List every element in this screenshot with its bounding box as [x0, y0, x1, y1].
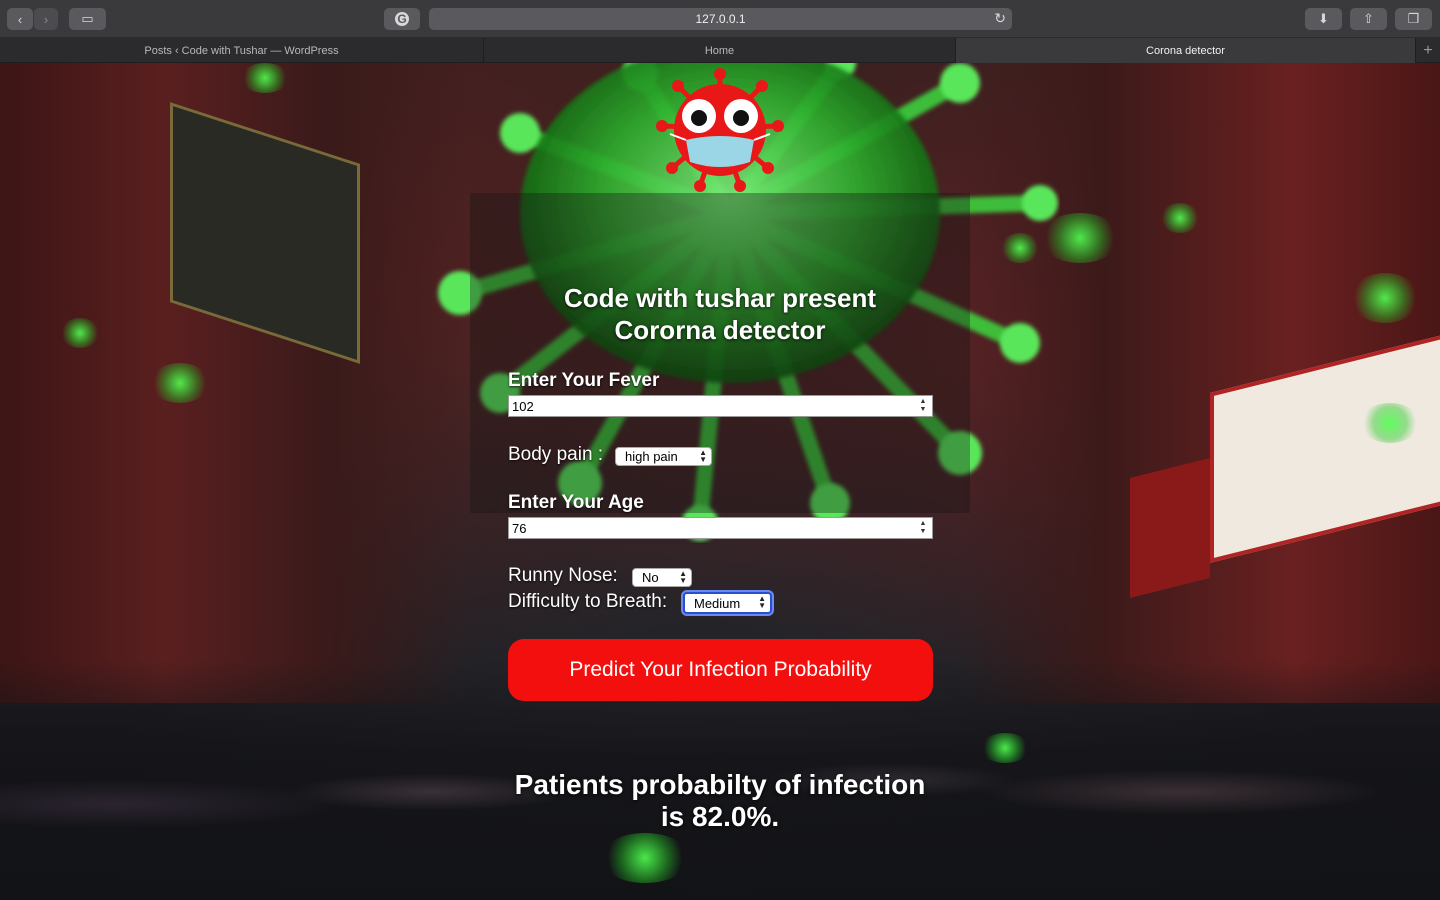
- share-icon: ⇧: [1363, 11, 1374, 26]
- title-line-1: Code with tushar present: [563, 283, 877, 313]
- runny-nose-value: No: [642, 570, 659, 585]
- breath-select[interactable]: Medium ▲ ▼: [683, 592, 772, 614]
- fever-input[interactable]: 102 ▲ ▼: [508, 395, 933, 417]
- age-value: 76: [512, 520, 527, 536]
- tab-label: Corona detector: [1146, 44, 1225, 57]
- title-line-2: Cororna detector: [614, 315, 826, 345]
- address-bar[interactable]: 127.0.0.1 ↻: [429, 8, 1012, 30]
- select-arrows-icon: ▲ ▼: [699, 448, 707, 464]
- body-pain-select[interactable]: high pain ▲ ▼: [615, 447, 712, 466]
- show-tabs-button[interactable]: ❐: [1395, 8, 1432, 30]
- forward-button[interactable]: ›: [34, 8, 58, 30]
- virus-particle: [980, 733, 1030, 763]
- plus-icon: +: [1423, 41, 1433, 59]
- select-arrows-icon: ▲ ▼: [758, 594, 766, 610]
- sidebar-button[interactable]: ▭: [69, 8, 106, 30]
- runny-nose-select[interactable]: No ▲ ▼: [632, 568, 692, 587]
- runny-nose-label: Runny Nose:: [508, 565, 618, 586]
- age-label: Enter Your Age: [508, 492, 644, 513]
- fever-label: Enter Your Fever: [508, 370, 660, 391]
- result-line-1: Patients probabilty of infection: [514, 769, 926, 800]
- sidebar-icon: ▭: [81, 11, 94, 26]
- virus-particle: [1360, 403, 1420, 443]
- page-title: Code with tushar present Cororna detecto…: [470, 282, 970, 346]
- tab-label: Home: [704, 44, 735, 57]
- result-text: Patients probabilty of infection is 82.0…: [470, 769, 970, 833]
- result-line-2: is 82.0%.: [660, 801, 780, 832]
- virus-particle: [60, 318, 100, 348]
- body-pain-label: Body pain :: [508, 444, 604, 465]
- url-text: 127.0.0.1: [695, 12, 746, 26]
- virus-particle: [240, 63, 290, 93]
- fever-value: 102: [512, 398, 534, 414]
- tab-wordpress[interactable]: Posts ‹ Code with Tushar — WordPress: [0, 38, 484, 63]
- fever-stepper-icon[interactable]: ▲ ▼: [917, 397, 929, 415]
- extension-button[interactable]: G: [384, 8, 420, 30]
- downloads-button[interactable]: ⬇: [1305, 8, 1342, 30]
- age-input[interactable]: 76 ▲ ▼: [508, 517, 933, 539]
- virus-particle: [150, 363, 210, 403]
- body-pain-value: high pain: [625, 449, 678, 464]
- background-sign-small: [1130, 458, 1210, 598]
- download-icon: ⬇: [1318, 11, 1329, 26]
- virus-mascot-logo: [656, 68, 784, 192]
- virus-particle: [1350, 273, 1420, 323]
- age-stepper-icon[interactable]: ▲ ▼: [917, 519, 929, 537]
- tab-home[interactable]: Home: [484, 38, 956, 63]
- reload-icon[interactable]: ↻: [994, 10, 1006, 27]
- tab-bar: Posts ‹ Code with Tushar — WordPress Hom…: [0, 38, 1440, 63]
- browser-toolbar: ‹ › ▭ G 127.0.0.1 ↻ ⬇ ⇧ ❐: [0, 0, 1440, 38]
- tabs-icon: ❐: [1407, 11, 1420, 26]
- select-arrows-icon: ▲ ▼: [679, 569, 687, 585]
- breath-label: Difficulty to Breath:: [508, 591, 668, 612]
- tab-corona-detector[interactable]: Corona detector: [956, 38, 1416, 63]
- share-button[interactable]: ⇧: [1350, 8, 1387, 30]
- back-button[interactable]: ‹: [7, 8, 33, 30]
- back-icon: ‹: [17, 11, 23, 27]
- breath-value: Medium: [694, 595, 741, 611]
- forward-icon: ›: [43, 11, 49, 27]
- tab-label: Posts ‹ Code with Tushar — WordPress: [144, 44, 339, 57]
- predict-button[interactable]: Predict Your Infection Probability: [508, 639, 933, 701]
- extension-icon: G: [395, 12, 409, 26]
- new-tab-button[interactable]: +: [1416, 38, 1440, 63]
- virus-particle: [1160, 203, 1200, 233]
- virus-particle: [600, 833, 690, 883]
